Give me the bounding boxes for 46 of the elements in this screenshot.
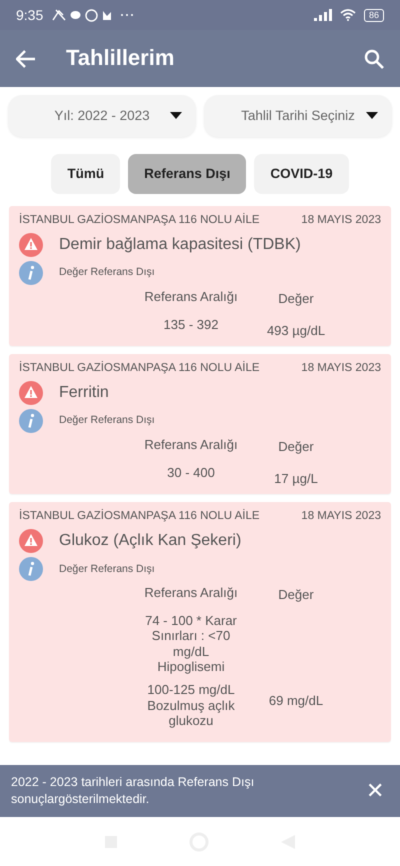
column-header: Referans Aralığı	[143, 437, 239, 454]
info-icon	[19, 409, 43, 434]
status-text: Değer Referans Dışı	[59, 265, 155, 280]
result-date: 18 MAYIS 2023	[301, 213, 381, 228]
reference-range: 135 - 392	[162, 316, 220, 332]
caret-icon	[366, 112, 378, 119]
signal-icon	[314, 9, 332, 21]
test-name: Demir bağlama kapasitesi (TDBK)	[59, 235, 301, 256]
filter-chip[interactable]: Referans Dışı	[128, 154, 246, 194]
result-date: 18 MAYIS 2023	[301, 361, 381, 376]
dropdown[interactable]: Yıl: 2022 - 2023	[8, 95, 196, 137]
reference-range: 74 - 100 * Karar Sınırları : <70 mg/dL Hipoglisemi	[144, 612, 238, 674]
status-text: Değer Referans Dışı	[59, 562, 155, 577]
more-icon	[120, 13, 134, 17]
result-date: 18 MAYIS 2023	[301, 509, 381, 524]
result-value: 69 mg/dL	[268, 692, 324, 710]
column-header: Referans Aralığı	[143, 289, 239, 306]
result-value: 17 µg/L	[273, 470, 319, 488]
warning-icon	[19, 233, 43, 258]
warning-icon	[19, 529, 43, 554]
dropdown[interactable]: Tahlil Tarihi Seçiniz	[204, 95, 392, 137]
column-header: Değer	[277, 290, 315, 308]
battery-indicator: 86	[364, 8, 384, 22]
close-button[interactable]: ✕	[362, 776, 388, 806]
info-icon	[19, 557, 43, 582]
column-header: Değer	[277, 438, 315, 456]
status-time: 9:35	[16, 6, 44, 24]
institution-name: İSTANBUL GAZİOSMANPAŞA 116 NOLU AİLE	[19, 360, 260, 376]
filter-chip[interactable]: COVID-19	[254, 154, 349, 194]
reference-range: 100-125 mg/dL Bozulmuş açlık glukozu	[146, 682, 236, 728]
institution-name: İSTANBUL GAZİOSMANPAŞA 116 NOLU AİLE	[19, 212, 260, 228]
warning-icon	[19, 381, 43, 406]
reference-range: 30 - 400	[166, 464, 216, 480]
caret-icon	[170, 112, 182, 119]
snackbar-message: 2022 - 2023 tarihleri arasında Referans Dışı sonuçlargösterilmektedir.	[11, 774, 256, 808]
test-name: Glukoz (Açlık Kan Şekeri)	[59, 531, 242, 552]
wifi-icon	[340, 9, 356, 21]
status-text: Değer Referans Dışı	[59, 413, 155, 428]
page-title: Tahlillerim	[66, 45, 176, 72]
column-header: Değer	[277, 586, 315, 604]
filter-chip[interactable]: Tümü	[51, 154, 120, 194]
info-icon	[19, 261, 43, 286]
result-value: 493 µg/dL	[266, 322, 326, 340]
column-header: Referans Aralığı	[143, 585, 239, 602]
test-name: Ferritin	[59, 383, 109, 404]
institution-name: İSTANBUL GAZİOSMANPAŞA 116 NOLU AİLE	[19, 508, 260, 524]
